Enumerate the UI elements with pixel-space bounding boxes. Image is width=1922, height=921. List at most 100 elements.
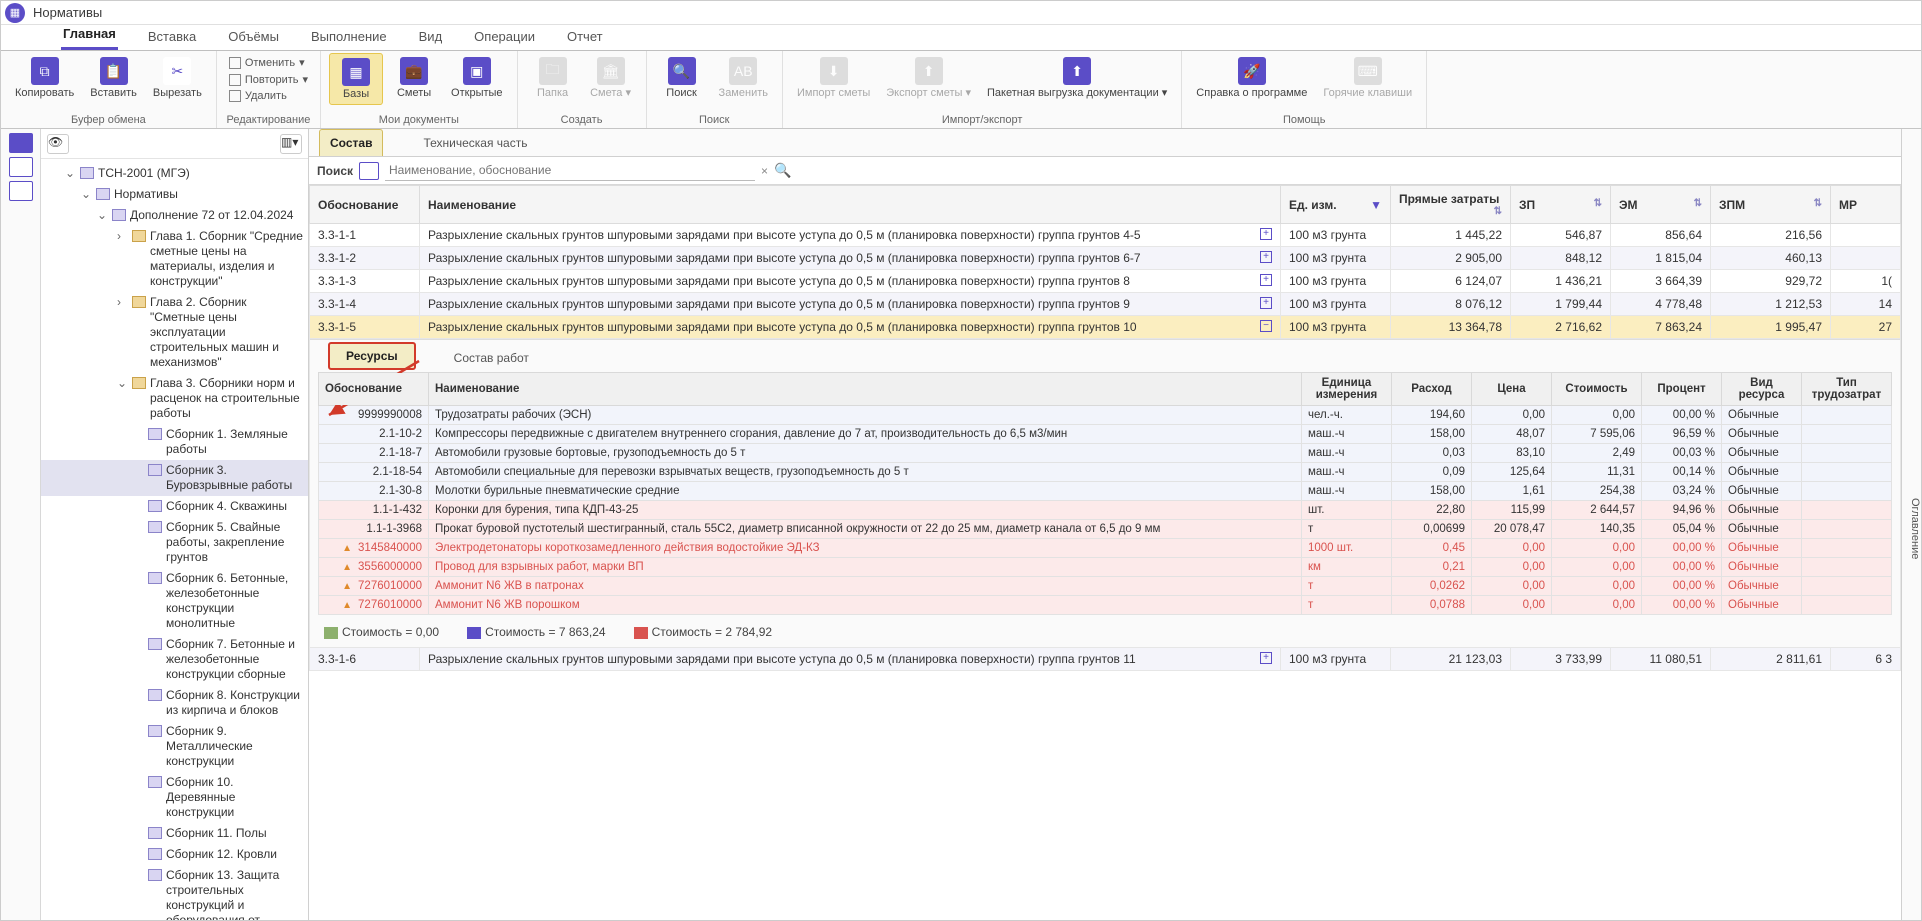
tab-insert[interactable]: Вставка [146, 25, 198, 50]
row-collapse-icon[interactable]: − [1260, 320, 1272, 332]
tree-s8[interactable]: Сборник 8. Конструкции из кирпича и блок… [41, 685, 308, 721]
table-row[interactable]: 3.3-1-1Разрыхление скальных грунтов шпур… [310, 224, 1901, 247]
tree-layout-button[interactable]: ▥▾ [280, 134, 302, 154]
tree-s13[interactable]: Сборник 13. Защита строительных конструк… [41, 865, 308, 920]
cost-strip: Стоимость = 0,00 Стоимость = 7 863,24 Ст… [310, 619, 1900, 647]
col-unit[interactable]: Ед. изм.▼ [1281, 186, 1391, 224]
delete-button[interactable]: Удалить [225, 89, 312, 103]
group-ie-label: Импорт/экспорт [942, 114, 1023, 128]
nested-tab-resources[interactable]: Ресурсы [328, 342, 416, 370]
col-name[interactable]: Наименование [420, 186, 1281, 224]
redo-button[interactable]: Повторить ▾ [225, 72, 312, 87]
table-row[interactable]: 3.3-1-5Разрыхление скальных грунтов шпур… [310, 316, 1901, 339]
tree-ch2[interactable]: ›Глава 2. Сборник "Сметные цены эксплуат… [41, 292, 308, 373]
row-expand-icon[interactable]: + [1260, 652, 1272, 664]
col-em[interactable]: ЭМ⇅ [1611, 186, 1711, 224]
ncol-cost[interactable]: Стоимость [1552, 373, 1642, 406]
ncol-pct[interactable]: Процент [1642, 373, 1722, 406]
mode-icon-3[interactable] [9, 181, 33, 201]
ncol-price[interactable]: Цена [1472, 373, 1552, 406]
col-zp[interactable]: ЗП⇅ [1511, 186, 1611, 224]
batch-export-button[interactable]: ⬆Пакетная выгрузка документации ▾ [981, 53, 1173, 103]
right-panel-toggle[interactable]: Оглавление [1901, 129, 1921, 920]
copy-button[interactable]: ⧉Копировать [9, 53, 80, 103]
undo-button[interactable]: Отменить ▾ [225, 55, 312, 70]
resource-row[interactable]: 2.1-18-7Автомобили грузовые бортовые, гр… [319, 444, 1892, 463]
resource-row[interactable]: 3556000000Провод для взрывных работ, мар… [319, 558, 1892, 577]
ncol-obos[interactable]: Обоснование [319, 373, 429, 406]
export-button: ⬆Экспорт сметы ▾ [880, 53, 977, 103]
group-clipboard-label: Буфер обмена [71, 114, 146, 128]
col-pz[interactable]: Прямые затраты⇅ [1391, 186, 1511, 224]
col-zpm[interactable]: ЗПМ⇅ [1711, 186, 1831, 224]
tree-s12[interactable]: Сборник 12. Кровли [41, 844, 308, 865]
table-row[interactable]: 3.3-1-4Разрыхление скальных грунтов шпур… [310, 293, 1901, 316]
tree-s11[interactable]: Сборник 11. Полы [41, 823, 308, 844]
resource-row[interactable]: 2.1-18-54Автомобили специальные для пере… [319, 463, 1892, 482]
subtab-compose[interactable]: Состав [319, 129, 383, 156]
tab-home[interactable]: Главная [61, 22, 118, 50]
nested-tab-works[interactable]: Состав работ [438, 346, 545, 370]
resource-row[interactable]: 2.1-30-8Молотки бурильные пневматические… [319, 482, 1892, 501]
tree-s3[interactable]: Сборник 3. Буровзрывные работы [41, 460, 308, 496]
tab-execution[interactable]: Выполнение [309, 25, 389, 50]
estimates-button[interactable]: 💼Сметы [387, 53, 441, 103]
tree-addendum[interactable]: ⌄Дополнение 72 от 12.04.2024 [41, 205, 308, 226]
row-expand-icon[interactable]: + [1260, 251, 1272, 263]
row-expand-icon[interactable]: + [1260, 297, 1272, 309]
row-expand-icon[interactable]: + [1260, 228, 1272, 240]
tree-norms[interactable]: ⌄Нормативы [41, 184, 308, 205]
ribbon-tabs: Главная Вставка Объёмы Выполнение Вид Оп… [1, 25, 1921, 51]
tab-report[interactable]: Отчет [565, 25, 605, 50]
replace-button: ABЗаменить [713, 53, 774, 103]
tree-ch3[interactable]: ⌄Глава 3. Сборники норм и расценок на ст… [41, 373, 308, 424]
tree-s6[interactable]: Сборник 6. Бетонные, железобетонные конс… [41, 568, 308, 634]
table-row[interactable]: 3.3-1-6Разрыхление скальных грунтов шпур… [310, 648, 1901, 671]
tree-s1[interactable]: Сборник 1. Земляные работы [41, 424, 308, 460]
paste-button[interactable]: 📋Вставить [84, 53, 143, 103]
group-help-label: Помощь [1283, 114, 1326, 128]
tree-s10[interactable]: Сборник 10. Деревянные конструкции [41, 772, 308, 823]
mode-icon-2[interactable] [9, 157, 33, 177]
resource-row[interactable]: 9999990008Трудозатраты рабочих (ЭСН)чел.… [319, 406, 1892, 425]
search-go[interactable]: 🔍 [774, 162, 791, 179]
tab-operations[interactable]: Операции [472, 25, 537, 50]
bases-button[interactable]: ▦Базы [329, 53, 383, 105]
resource-row[interactable]: 2.1-10-2Компрессоры передвижные с двигат… [319, 425, 1892, 444]
table-row[interactable]: 3.3-1-3Разрыхление скальных грунтов шпур… [310, 270, 1901, 293]
ncol-kind[interactable]: Вид ресурса [1722, 373, 1802, 406]
about-button[interactable]: 🚀Справка о программе [1190, 53, 1313, 103]
tree-s4[interactable]: Сборник 4. Скважины [41, 496, 308, 517]
tree-eye-button[interactable]: 👁 [47, 134, 69, 154]
tab-view[interactable]: Вид [417, 25, 445, 50]
subtab-tech[interactable]: Техническая часть [413, 130, 537, 156]
tree-ch1[interactable]: ›Глава 1. Сборник "Средние сметные цены … [41, 226, 308, 292]
search-input[interactable] [385, 161, 755, 181]
ncol-unit[interactable]: Единица измерения [1302, 373, 1392, 406]
row-expand-icon[interactable]: + [1260, 274, 1272, 286]
tree-s7[interactable]: Сборник 7. Бетонные и железобетонные кон… [41, 634, 308, 685]
open-button[interactable]: ▣Открытые [445, 53, 509, 103]
search-clear[interactable]: × [761, 164, 768, 178]
col-mr[interactable]: МР [1831, 186, 1901, 224]
resource-row[interactable]: 7276010000Аммонит N6 ЖВ порошкомт0,07880… [319, 596, 1892, 615]
search-scope-button[interactable] [359, 162, 379, 180]
tab-volumes[interactable]: Объёмы [226, 25, 281, 50]
mode-icon-1[interactable] [9, 133, 33, 153]
group-mydocs-label: Мои документы [379, 114, 459, 128]
tree-root[interactable]: ⌄ТСН-2001 (МГЭ) [41, 163, 308, 184]
resource-row[interactable]: 7276010000Аммонит N6 ЖВ в патронахт0,026… [319, 577, 1892, 596]
resource-row[interactable]: 1.1-1-3968Прокат буровой пустотелый шест… [319, 520, 1892, 539]
find-button[interactable]: 🔍Поиск [655, 53, 709, 103]
tree-s5[interactable]: Сборник 5. Свайные работы, закрепление г… [41, 517, 308, 568]
col-obos[interactable]: Обоснование [310, 186, 420, 224]
ncol-ltype[interactable]: Тип трудозатрат [1802, 373, 1892, 406]
resource-row[interactable]: 1.1-1-432Коронки для бурения, типа КДП-4… [319, 501, 1892, 520]
ribbon: ⧉Копировать 📋Вставить ✂Вырезать Буфер об… [1, 51, 1921, 129]
tree-s9[interactable]: Сборник 9. Металлические конструкции [41, 721, 308, 772]
ncol-name[interactable]: Наименование [429, 373, 1302, 406]
resource-row[interactable]: 3145840000Электродетонаторы короткозамед… [319, 539, 1892, 558]
ncol-qty[interactable]: Расход [1392, 373, 1472, 406]
table-row[interactable]: 3.3-1-2Разрыхление скальных грунтов шпур… [310, 247, 1901, 270]
cut-button[interactable]: ✂Вырезать [147, 53, 208, 103]
